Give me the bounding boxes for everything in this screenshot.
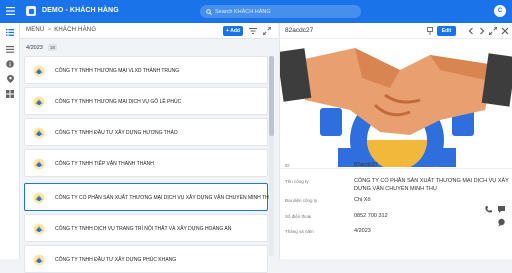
filter-icon[interactable] bbox=[249, 27, 257, 35]
top-app-bar: DEMO - KHÁCH HÀNG Search KHÁCH HÀNG C bbox=[0, 0, 512, 23]
hamburger-menu-icon[interactable] bbox=[6, 7, 15, 15]
app-logo bbox=[26, 6, 36, 16]
left-nav-rail bbox=[0, 23, 20, 259]
company-name: CÔNG TY CỔ PHẦN SẢN XUẤT THƯƠNG MẠI DỊCH… bbox=[55, 195, 273, 201]
expand-icon[interactable] bbox=[489, 27, 497, 35]
company-name: CÔNG TY TNHH TIẾP VẬN THANH THÀNH bbox=[55, 161, 154, 167]
search-input[interactable]: Search KHÁCH HÀNG bbox=[200, 5, 361, 18]
chevron-right-icon[interactable] bbox=[478, 27, 486, 35]
list-item[interactable]: CÔNG TY TNHH TIẾP VẬN THANH THÀNH bbox=[24, 149, 268, 177]
field-value-company-name-line1: CÔNG TY CỔ PHẦN SẢN XUẤT THƯƠNG MẠI DỊCH… bbox=[354, 178, 509, 184]
company-name: CÔNG TY TNHH ĐẦU TƯ XÂY DỰNG PHÚC KHANG bbox=[55, 257, 177, 263]
customer-list-pane: MENU > KHÁCH HÀNG + Add 4/2023 18 CÔNG TY T… bbox=[20, 23, 278, 273]
field-value-id: 82acdc27 bbox=[354, 162, 378, 168]
company-name: CÔNG TY TNHH THƯƠNG MẠI VLXD THÀNH TRUNG bbox=[55, 68, 180, 74]
company-logo-icon bbox=[33, 223, 45, 235]
pin-icon[interactable] bbox=[426, 27, 434, 35]
group-count-badge: 18 bbox=[47, 44, 57, 51]
scrollbar-thumb[interactable] bbox=[269, 56, 274, 136]
company-name: CÔNG TY TNHH ĐẦU TƯ XÂY DỰNG HƯƠNG THẢO bbox=[55, 130, 178, 136]
detail-divider bbox=[280, 168, 512, 169]
field-value-month-year: 4/2023 bbox=[354, 228, 371, 234]
list-item[interactable]: CÔNG TY TNHH THƯƠNG MẠI DỊCH VỤ GỖ LÊ PH… bbox=[24, 87, 268, 115]
company-logo-icon bbox=[33, 254, 45, 266]
field-value-company-name-line2: DỰNG VẬN CHUYỂN MINH THU bbox=[354, 186, 437, 192]
list-item[interactable]: CÔNG TY TNHH DỊCH VỤ TRANG TRÍ NỘI THẤT … bbox=[24, 214, 268, 242]
field-value-representative: Chị Xô bbox=[354, 197, 371, 203]
list-item[interactable]: CÔNG TY TNHH THƯƠNG MẠI VLXD THÀNH TRUNG bbox=[24, 56, 268, 84]
group-header[interactable]: 4/2023 18 bbox=[26, 44, 57, 51]
phone-call-icon[interactable] bbox=[484, 205, 493, 214]
breadcrumb-separator: > bbox=[47, 27, 52, 33]
list-item-selected[interactable]: CÔNG TY CỔ PHẦN SẢN XUẤT THƯƠNG MẠI DỊCH… bbox=[24, 183, 272, 211]
company-logo-icon bbox=[33, 127, 45, 139]
group-label: 4/2023 bbox=[26, 45, 43, 51]
chevron-left-icon[interactable] bbox=[467, 27, 475, 35]
company-logo-icon bbox=[33, 96, 45, 108]
breadcrumb-menu[interactable]: MENU bbox=[26, 27, 44, 33]
list-view-icon[interactable] bbox=[5, 27, 15, 37]
sms-message-icon[interactable] bbox=[497, 205, 506, 214]
field-label-company-name: Tên công ty bbox=[285, 179, 309, 184]
dashboard-icon[interactable] bbox=[5, 89, 15, 99]
company-name: CÔNG TY TNHH DỊCH VỤ TRANG TRÍ NỘI THẤT … bbox=[55, 226, 232, 232]
expand-icon[interactable] bbox=[263, 27, 271, 35]
user-avatar[interactable]: C bbox=[494, 5, 506, 17]
detail-title: 82acdc27 bbox=[285, 27, 314, 34]
detail-header: 82acdc27 Edit bbox=[280, 23, 512, 39]
field-label-id: ID bbox=[285, 163, 290, 168]
company-logo-icon bbox=[33, 158, 45, 170]
company-logo-icon bbox=[33, 65, 45, 77]
field-label-representative: Đại diện công ty bbox=[285, 198, 318, 203]
customer-detail-pane: 82acdc27 Edit ID 82acdc27 Tên công ty CÔ… bbox=[279, 23, 512, 259]
edit-label: Edit bbox=[441, 28, 452, 34]
chat-bubble-icon[interactable] bbox=[497, 218, 506, 227]
list-item[interactable]: CÔNG TY TNHH ĐẦU TƯ XÂY DỰNG HƯƠNG THẢO bbox=[24, 118, 268, 146]
app-title: DEMO - KHÁCH HÀNG bbox=[42, 7, 119, 14]
field-label-phone: Số điện thoại bbox=[285, 214, 312, 219]
close-icon[interactable] bbox=[501, 27, 509, 35]
field-value-phone[interactable]: 0852 700 312 bbox=[354, 212, 388, 220]
breadcrumb-current: KHÁCH HÀNG bbox=[54, 27, 97, 33]
breadcrumb: MENU > KHÁCH HÀNG bbox=[26, 27, 96, 33]
info-icon[interactable] bbox=[5, 59, 15, 69]
company-logo-image bbox=[280, 40, 512, 167]
detail-view-icon[interactable] bbox=[5, 44, 15, 54]
list-header: MENU > KHÁCH HÀNG + Add bbox=[20, 23, 278, 39]
field-label-month-year: Tháng và năm bbox=[285, 229, 314, 234]
company-name: CÔNG TY TNHH THƯƠNG MẠI DỊCH VỤ GỖ LÊ PH… bbox=[55, 99, 182, 105]
add-button[interactable]: + Add bbox=[223, 26, 243, 36]
list-item[interactable]: CÔNG TY TNHH ĐẦU TƯ XÂY DỰNG PHÚC KHANG bbox=[24, 245, 268, 273]
search-icon bbox=[206, 8, 212, 15]
edit-button[interactable]: Edit bbox=[437, 26, 456, 36]
company-logo-icon bbox=[33, 192, 45, 204]
search-placeholder: Search KHÁCH HÀNG bbox=[215, 8, 271, 15]
list-scrollbar[interactable] bbox=[269, 56, 274, 256]
map-pin-icon[interactable] bbox=[5, 74, 15, 84]
